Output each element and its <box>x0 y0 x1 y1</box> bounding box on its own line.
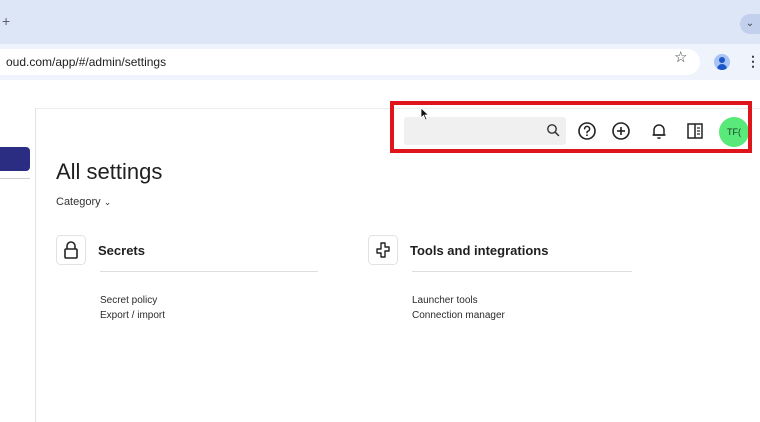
sidebar-active-item[interactable] <box>0 147 30 171</box>
lock-icon <box>56 235 86 265</box>
browser-tabstrip: + ⌄ <box>0 0 760 44</box>
section-divider <box>100 271 318 272</box>
add-icon[interactable] <box>610 120 632 142</box>
sidebar-divider <box>35 108 36 422</box>
section-divider <box>412 271 632 272</box>
help-icon[interactable] <box>576 120 598 142</box>
chevron-down-icon: ⌄ <box>103 197 112 207</box>
new-tab-button[interactable]: + <box>2 13 10 29</box>
avatar[interactable]: TF( <box>719 117 749 147</box>
plug-icon <box>368 235 398 265</box>
cursor-icon <box>420 107 430 121</box>
tab-search-dropdown[interactable]: ⌄ <box>740 14 760 34</box>
sidebar-item-divider <box>0 178 30 179</box>
browser-toolbar: oud.com/app/#/admin/settings ☆ ⋮ <box>0 44 760 80</box>
section-secrets: Secrets <box>56 235 316 265</box>
section-title: Tools and integrations <box>410 243 549 258</box>
address-bar[interactable]: oud.com/app/#/admin/settings <box>0 49 700 75</box>
menu-icon[interactable]: ⋮ <box>746 53 760 70</box>
search-input[interactable] <box>404 117 550 145</box>
link-connection-manager[interactable]: Connection manager <box>412 310 505 321</box>
category-label: Category <box>56 196 101 208</box>
link-secret-policy[interactable]: Secret policy <box>100 295 157 306</box>
app-header-divider <box>36 108 760 109</box>
profile-icon[interactable] <box>714 54 730 70</box>
section-tools-integrations: Tools and integrations <box>368 235 648 265</box>
page-title: All settings <box>56 159 163 184</box>
header-toolbar: TF( <box>404 117 752 149</box>
search-icon[interactable] <box>546 123 560 137</box>
star-icon[interactable]: ☆ <box>674 48 687 66</box>
search-field[interactable] <box>404 117 566 145</box>
link-export-import[interactable]: Export / import <box>100 310 165 321</box>
bell-icon[interactable] <box>648 120 670 142</box>
section-title: Secrets <box>98 243 145 258</box>
address-url[interactable]: oud.com/app/#/admin/settings <box>6 55 166 69</box>
panel-icon[interactable] <box>684 120 706 142</box>
link-launcher-tools[interactable]: Launcher tools <box>412 295 478 306</box>
category-filter[interactable]: Category ⌄ <box>56 196 111 208</box>
